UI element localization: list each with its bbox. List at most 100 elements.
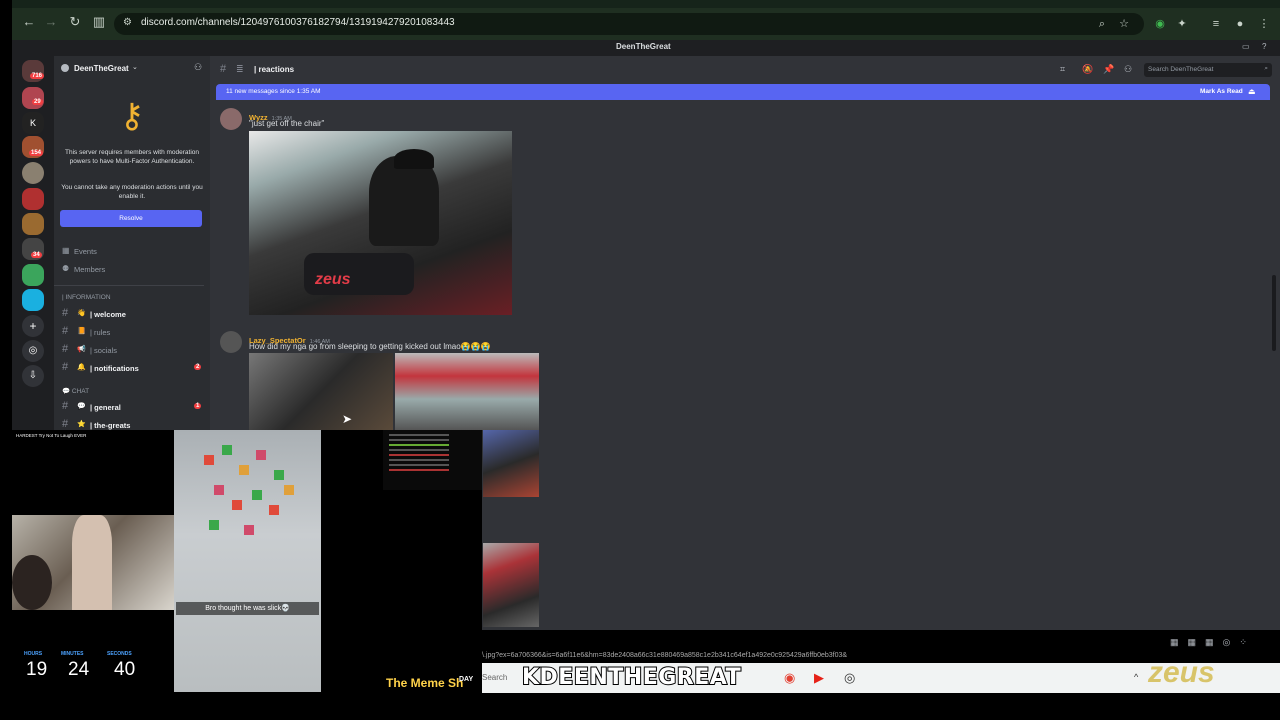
server-icon[interactable]: K	[22, 112, 44, 134]
site-settings-icon[interactable]: ⚙	[123, 17, 132, 28]
resolve-button[interactable]: Resolve	[60, 210, 202, 227]
search-icon: ⌕	[1264, 65, 1268, 72]
message-image[interactable]	[395, 353, 539, 430]
help-icon[interactable]: ?	[1262, 42, 1266, 51]
message-image[interactable]: zeus	[249, 131, 512, 315]
server-icon[interactable]	[22, 188, 44, 210]
timer-label-minutes: MINUTES	[61, 651, 84, 657]
timer-label-hours: HOURS	[24, 651, 43, 657]
hash-icon: #	[62, 400, 69, 412]
search-input[interactable]: Search DeenTheGreat ⌕	[1144, 63, 1272, 77]
stream-chat	[383, 430, 482, 490]
threads-icon[interactable]: ≣	[236, 64, 244, 75]
new-messages-banner[interactable]: 11 new messages since 1:35 AM Mark As Re…	[216, 84, 1270, 100]
mention-badge: 716	[30, 73, 45, 79]
hash-icon: #	[62, 325, 69, 337]
scroll-icon: 📙	[77, 328, 86, 335]
chrome-icon[interactable]: ◉	[784, 670, 795, 686]
channel-the-greats[interactable]: # ⭐ | the-greats	[62, 417, 204, 430]
timer-seconds: 40	[114, 659, 136, 680]
extension-icon[interactable]: ◉	[1152, 16, 1168, 32]
avatar[interactable]	[220, 331, 242, 353]
chat-bubble-icon: 💬	[62, 388, 72, 395]
message-image[interactable]	[483, 430, 539, 497]
person-figure	[369, 156, 439, 246]
channel-notifications[interactable]: # 🔔 | notifications 2	[62, 360, 204, 376]
reload-icon[interactable]: ↻	[66, 13, 84, 31]
inbox-icon[interactable]: ▭	[1242, 42, 1250, 51]
youtube-icon[interactable]: ▶	[814, 670, 824, 686]
cap	[394, 149, 434, 169]
threads-header-icon[interactable]: ⌗	[1060, 64, 1065, 75]
server-icon[interactable]	[22, 162, 44, 184]
wave-icon: 👋	[77, 310, 86, 317]
window-controls-icon[interactable]: ▦▦▦◎⁘	[1170, 637, 1256, 648]
app-title: DeenTheGreat	[616, 42, 671, 51]
zoom-icon[interactable]: ⌕	[1094, 16, 1110, 32]
channel-rules[interactable]: # 📙 | rules	[62, 324, 204, 340]
back-icon[interactable]: ←	[20, 13, 38, 31]
message-image[interactable]	[483, 543, 539, 627]
search-placeholder: Search DeenTheGreat	[1148, 66, 1214, 73]
channel-label: | general	[90, 403, 121, 412]
tray-chevron-icon[interactable]: ^	[1134, 672, 1138, 682]
chat-bubble-icon: 💬	[77, 403, 86, 410]
invite-icon[interactable]: ⚇	[194, 62, 202, 73]
mfa-notice-sub: You cannot take any moderation actions u…	[61, 184, 203, 200]
mention-badge: 34	[31, 252, 42, 258]
channel-label: | the-greats	[90, 421, 131, 430]
mfa-notice-text: This server requires members with modera…	[64, 149, 200, 165]
url-text: discord.com/channels/1204976100376182794…	[141, 17, 455, 28]
mute-bell-icon[interactable]: 🔕	[1082, 64, 1093, 75]
media-controls-icon[interactable]: ≡	[1208, 16, 1224, 32]
server-boost-icon	[61, 64, 69, 72]
key-icon: ⚷	[119, 97, 145, 135]
download-icon[interactable]: ⇩	[22, 365, 44, 387]
category-label: | INFORMATION	[62, 294, 111, 301]
menu-icon[interactable]: ⋮	[1256, 16, 1272, 32]
events-label: Events	[74, 247, 97, 256]
mouse-cursor-icon: ➤	[342, 412, 353, 426]
forward-icon[interactable]: →	[42, 13, 60, 31]
webcam-feed	[12, 515, 174, 610]
timer-minutes: 24	[68, 659, 90, 680]
profile-icon[interactable]: ●	[1232, 16, 1248, 32]
mark-as-read-button[interactable]: Mark As Read	[1200, 88, 1243, 95]
server-icon[interactable]	[22, 87, 44, 109]
scrollbar-thumb[interactable]	[1272, 275, 1276, 351]
add-server-icon[interactable]: +	[22, 315, 44, 337]
star-icon: ⭐	[77, 421, 86, 428]
message-image[interactable]	[249, 353, 393, 430]
meme-shop-logo: The Meme Sh	[386, 676, 464, 690]
server-name: DeenTheGreat	[74, 64, 129, 73]
taskbar-search[interactable]: Search	[482, 673, 507, 682]
server-icon[interactable]	[22, 264, 44, 286]
day-label: DAY	[459, 676, 474, 683]
extensions-puzzle-icon[interactable]: ✦	[1174, 16, 1190, 32]
category-chat[interactable]: 💬 CHAT	[62, 387, 89, 395]
discover-icon[interactable]: ◎	[22, 340, 44, 362]
stream-title: HARDEST Try Not To Laugh EVER	[16, 433, 87, 438]
server-icon-selected[interactable]	[22, 213, 44, 235]
channel-socials[interactable]: # 📢 | socials	[62, 342, 204, 358]
obs-icon[interactable]: ◎	[844, 670, 855, 686]
zeus-logo: zeus	[1148, 656, 1215, 689]
server-icon[interactable]	[22, 289, 44, 311]
channel-welcome[interactable]: # 👋 | welcome	[62, 306, 204, 322]
sidebar-toggle-icon[interactable]: ▥	[90, 13, 108, 31]
member-list-icon[interactable]: ⚇	[1124, 64, 1132, 75]
divider	[54, 285, 204, 286]
channel-header: # ≣ | reactions ⌗ 🔕 📌 ⚇	[210, 60, 1280, 80]
server-header[interactable]: DeenTheGreat ⌄ ⚇	[54, 58, 210, 80]
address-bar[interactable]: ⚙ discord.com/channels/12049761003761827…	[114, 13, 1144, 35]
channel-label: | welcome	[90, 310, 126, 319]
avatar[interactable]	[220, 108, 242, 130]
channel-general[interactable]: # 💬 | general 1	[62, 399, 204, 415]
bookmark-star-icon[interactable]: ☆	[1116, 16, 1132, 32]
pin-icon[interactable]: 📌	[1103, 64, 1114, 75]
tab-strip	[12, 0, 1280, 8]
category-label: CHAT	[71, 388, 90, 395]
hash-icon: #	[220, 63, 227, 75]
category-information[interactable]: | INFORMATION	[62, 294, 111, 301]
calendar-icon: ▦	[62, 246, 70, 255]
